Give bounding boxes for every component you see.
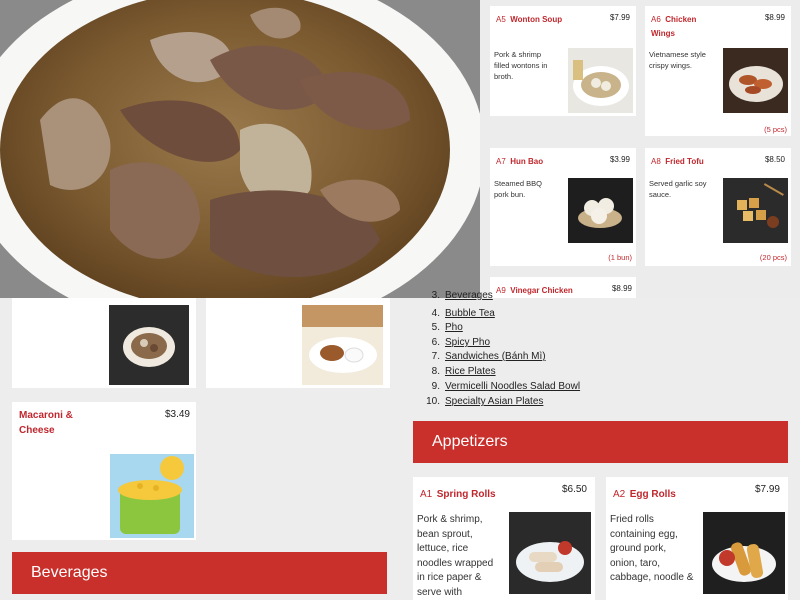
pho-photo <box>0 0 480 298</box>
item-name: Macaroni & Cheese <box>19 410 73 436</box>
item-quantity: (20 pcs) <box>759 253 787 262</box>
section-title: Appetizers <box>432 433 508 450</box>
item-price: $7.99 <box>754 484 780 495</box>
item-name: Wonton Soup <box>510 15 563 24</box>
item-description: Pork & shrimp filled wontons in broth. <box>494 50 548 81</box>
item-name: Fried Tofu <box>665 157 704 166</box>
hun-bao-image <box>568 178 633 243</box>
category-item[interactable]: 4. Bubble Tea <box>424 308 624 319</box>
section-header-beverages: Beverages <box>12 552 387 594</box>
item-code: A2 <box>613 489 626 500</box>
category-link[interactable]: Specialty Asian Plates <box>445 396 543 407</box>
item-code: A1 <box>420 489 433 500</box>
category-item[interactable]: 5. Pho <box>424 322 624 333</box>
menu-item-card-a7[interactable]: A7 Hun Bao $3.99 Steamed BBQ pork bun. (… <box>490 148 636 266</box>
category-item[interactable]: 6. Spicy Pho <box>424 337 624 348</box>
item-price: $8.99 <box>764 13 785 22</box>
kids-item-card[interactable] <box>12 298 196 388</box>
item-price: $3.99 <box>609 155 630 164</box>
category-link[interactable]: Beverages <box>445 290 493 301</box>
wonton-soup-image <box>568 48 633 113</box>
egg-rolls-image <box>703 512 785 594</box>
item-code: A8 <box>651 157 661 166</box>
menu-item-card-a8[interactable]: A8 Fried Tofu $8.50 Served garlic soy sa… <box>645 148 791 266</box>
menu-item-card-a5[interactable]: A5 Wonton Soup $7.99 Pork & shrimp fille… <box>490 6 636 116</box>
macaroni-image <box>110 454 194 538</box>
item-description: Fried rolls containing egg, ground pork,… <box>610 514 694 583</box>
category-item[interactable]: 3. Beverages <box>424 290 624 301</box>
item-name: Egg Rolls <box>629 489 676 500</box>
section-header-appetizers: Appetizers <box>413 421 788 463</box>
category-item[interactable]: 7. Sandwiches (Bánh Mì) <box>424 351 624 362</box>
item-code: A5 <box>496 15 506 24</box>
section-title: Beverages <box>31 564 108 581</box>
item-code: A7 <box>496 157 506 166</box>
item-price: $6.50 <box>561 484 587 495</box>
category-link[interactable]: Sandwiches (Bánh Mì) <box>445 351 546 362</box>
category-link[interactable]: Vermicelli Noodles Salad Bowl <box>445 381 580 392</box>
item-description: Served garlic soy sauce. <box>649 179 707 199</box>
category-link[interactable]: Pho <box>445 322 463 333</box>
pho-bowl-image <box>0 0 480 298</box>
item-name: Spring Rolls <box>436 489 496 500</box>
category-link[interactable]: Rice Plates <box>445 366 496 377</box>
item-code: A6 <box>651 15 661 24</box>
item-description: Vietnamese style crispy wings. <box>649 50 706 70</box>
item-name: Hun Bao <box>510 157 544 166</box>
item-price: $3.49 <box>164 409 190 420</box>
item-description: Steamed BBQ pork bun. <box>494 179 542 199</box>
menu-item-card-a2[interactable]: A2 Egg Rolls $7.99 Fried rolls containin… <box>606 477 788 600</box>
category-link[interactable]: Bubble Tea <box>445 308 495 319</box>
spring-rolls-image <box>509 512 591 594</box>
fried-tofu-image <box>723 178 788 243</box>
kids-item-macaroni[interactable]: Macaroni & Cheese $3.49 <box>12 402 196 540</box>
soup-bowl-image <box>109 305 189 385</box>
item-description: Pork & shrimp, bean sprout, lettuce, ric… <box>417 514 494 598</box>
item-quantity: (5 pcs) <box>764 125 787 134</box>
menu-item-card-a6[interactable]: A6 Chicken Wings $8.99 Vietnamese style … <box>645 6 791 136</box>
item-price: $7.99 <box>609 13 630 22</box>
chicken-wings-image <box>723 48 788 113</box>
category-link[interactable]: Spicy Pho <box>445 337 490 348</box>
item-price: $8.50 <box>764 155 785 164</box>
menu-item-card-a1[interactable]: A1 Spring Rolls $6.50 Pork & shrimp, bea… <box>413 477 595 600</box>
category-item[interactable]: 10. Specialty Asian Plates <box>424 396 624 407</box>
item-quantity: (1 bun) <box>608 253 632 262</box>
kids-item-card-2[interactable] <box>206 298 390 388</box>
category-item[interactable]: 8. Rice Plates <box>424 366 624 377</box>
rice-plate-image <box>302 305 383 385</box>
category-item[interactable]: 9. Vermicelli Noodles Salad Bowl <box>424 381 624 392</box>
